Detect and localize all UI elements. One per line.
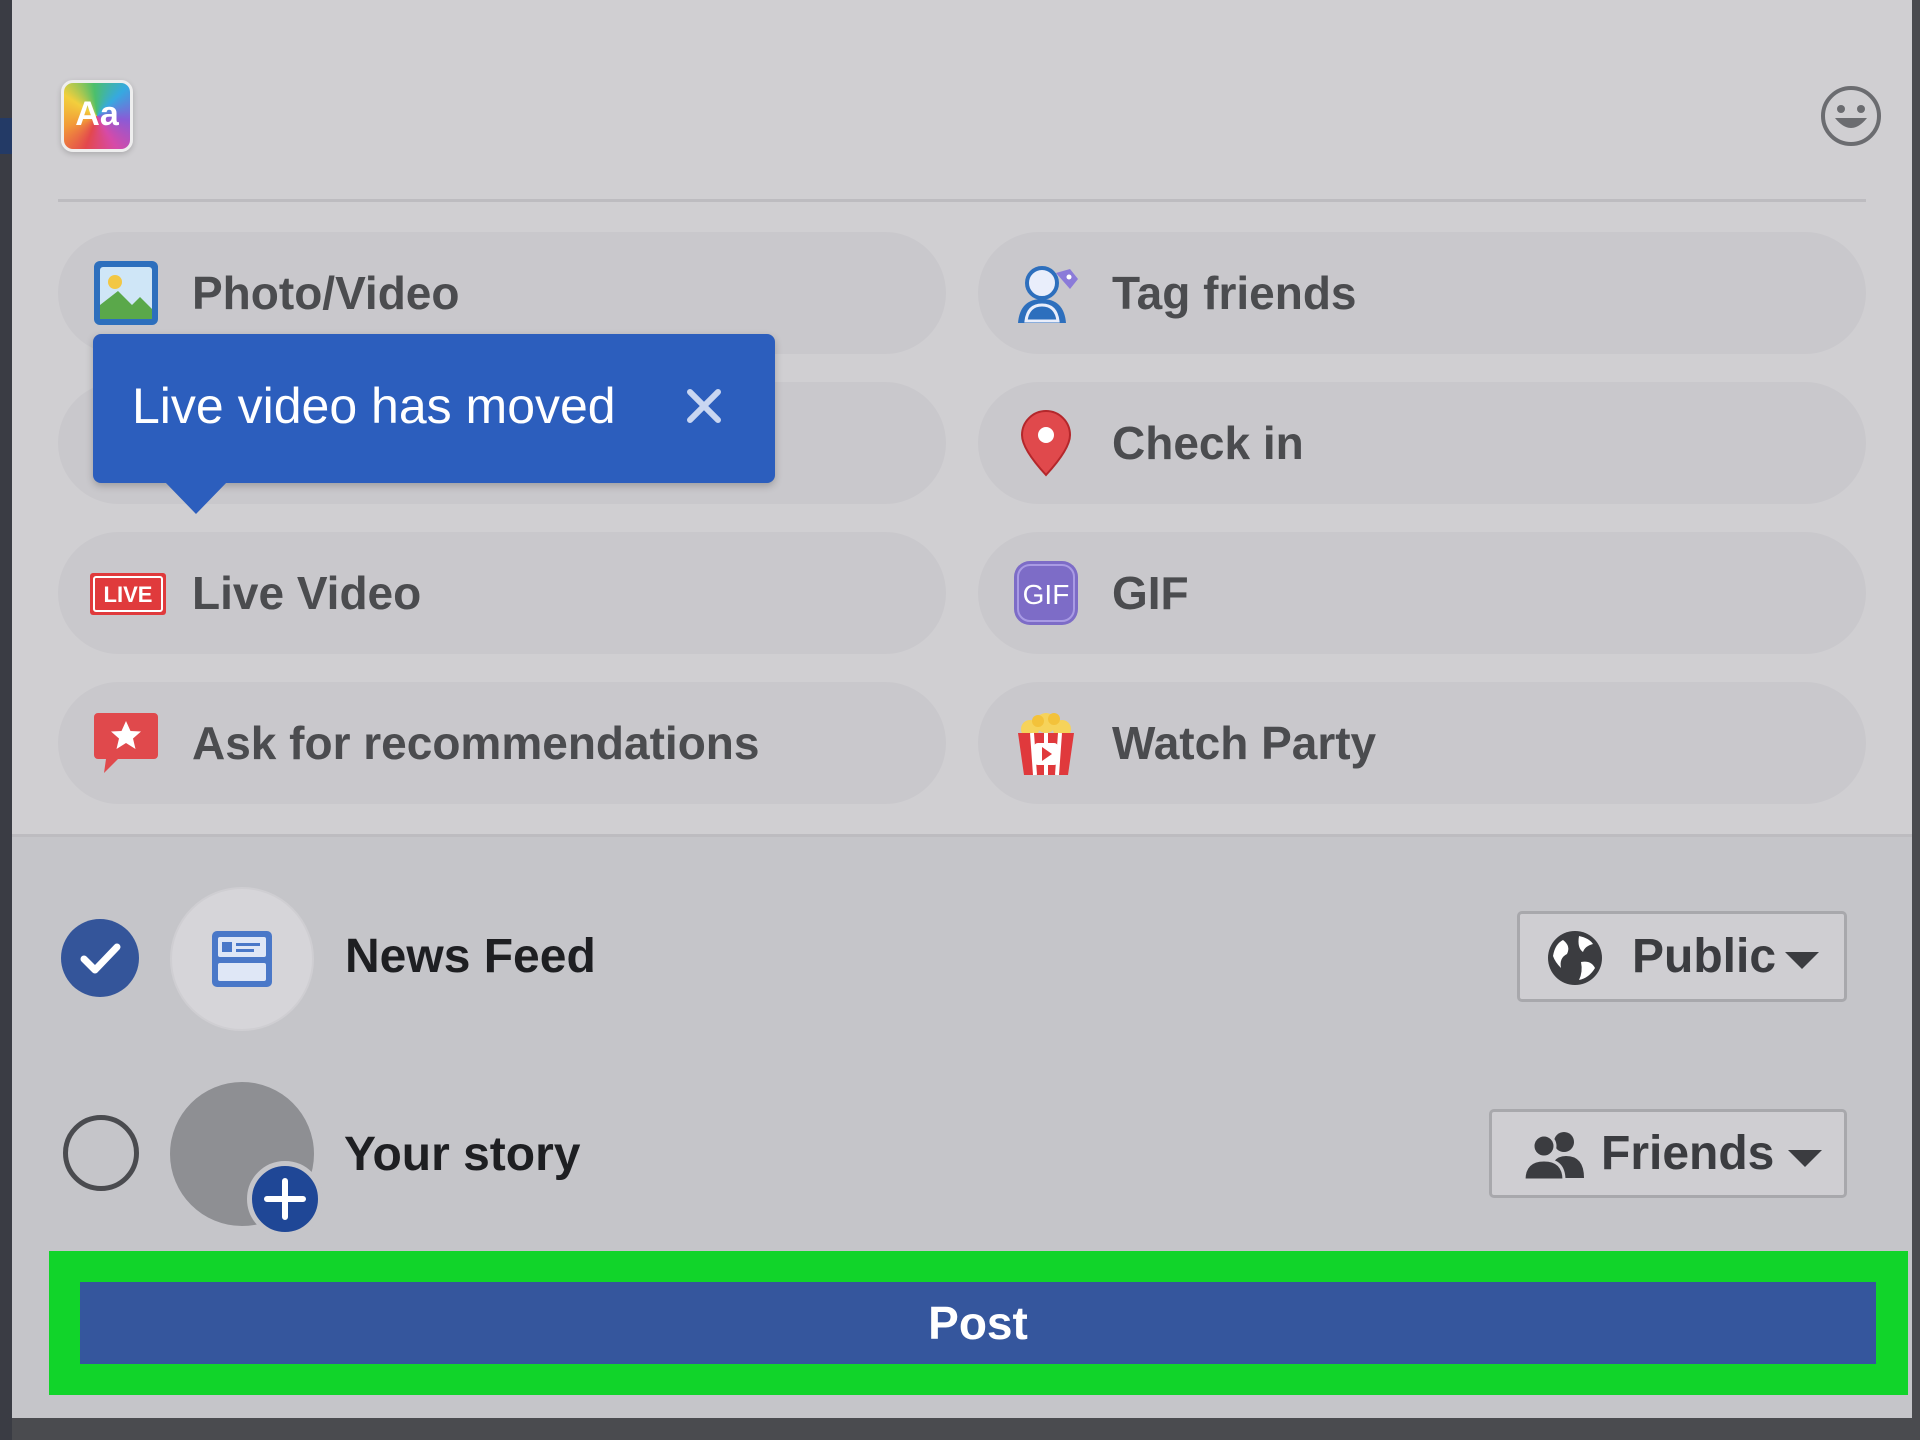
post-button-label: Post xyxy=(928,1297,1028,1349)
smiley-icon[interactable] xyxy=(1819,84,1883,148)
live-video-option[interactable]: LIVE Live Video xyxy=(58,532,946,654)
check-in-option[interactable]: Check in xyxy=(978,382,1866,504)
gif-badge-text: GIF xyxy=(1023,579,1070,610)
live-badge-text: LIVE xyxy=(104,582,153,607)
check-in-label: Check in xyxy=(1112,417,1304,469)
add-story-button[interactable] xyxy=(247,1161,323,1237)
location-pin-icon xyxy=(1020,410,1072,477)
friends-audience-label: Friends xyxy=(1601,1127,1775,1180)
create-post-dialog: Aa Photo/Video Tag friends Check in LIVE… xyxy=(12,0,1912,1418)
recommendation-icon xyxy=(94,713,158,773)
popcorn-icon xyxy=(1018,713,1074,776)
gif-label: GIF xyxy=(1112,567,1189,619)
live-video-label: Live Video xyxy=(192,567,422,619)
news-feed-checkbox[interactable] xyxy=(61,919,139,997)
check-icon xyxy=(80,943,121,974)
background-page-edge xyxy=(0,0,12,1440)
photo-icon xyxy=(94,261,158,325)
gif-icon: GIF xyxy=(1014,561,1078,625)
text-style-label: Aa xyxy=(75,95,119,133)
your-story-radio[interactable] xyxy=(63,1115,139,1191)
live-icon: LIVE xyxy=(90,573,166,615)
public-audience-label: Public xyxy=(1632,930,1777,983)
watch-party-label: Watch Party xyxy=(1112,717,1377,769)
gif-option[interactable]: GIF GIF xyxy=(978,532,1866,654)
background-nav-strip xyxy=(0,118,12,154)
chevron-down-icon xyxy=(1788,1150,1822,1167)
ask-recommendations-label: Ask for recommendations xyxy=(192,717,760,769)
tag-friends-label: Tag friends xyxy=(1112,267,1357,319)
plus-icon xyxy=(264,1178,306,1220)
live-video-moved-tooltip: Live video has moved xyxy=(93,334,775,514)
public-audience-dropdown[interactable]: Public xyxy=(1517,911,1847,1002)
tooltip-arrow xyxy=(164,481,228,514)
tag-friends-icon xyxy=(1018,266,1078,323)
news-feed-label: News Feed xyxy=(345,930,596,983)
globe-icon xyxy=(1548,931,1602,985)
post-button[interactable]: Post xyxy=(80,1282,1876,1364)
friends-icon xyxy=(1522,1132,1584,1180)
watch-party-option[interactable]: Watch Party xyxy=(978,682,1866,804)
friends-audience-dropdown[interactable]: Friends xyxy=(1489,1109,1847,1198)
tag-friends-option[interactable]: Tag friends xyxy=(978,232,1866,354)
ask-recommendations-option[interactable]: Ask for recommendations xyxy=(58,682,946,804)
text-style-icon[interactable]: Aa xyxy=(61,80,133,152)
tooltip-text: Live video has moved xyxy=(132,378,616,434)
chevron-down-icon xyxy=(1785,952,1819,969)
close-icon[interactable] xyxy=(682,384,726,428)
composer-divider xyxy=(58,199,1866,202)
your-story-label: Your story xyxy=(344,1128,581,1181)
news-feed-avatar xyxy=(170,887,314,1031)
composer-options-panel: Aa Photo/Video Tag friends Check in LIVE… xyxy=(12,0,1912,837)
news-feed-icon xyxy=(212,931,272,987)
